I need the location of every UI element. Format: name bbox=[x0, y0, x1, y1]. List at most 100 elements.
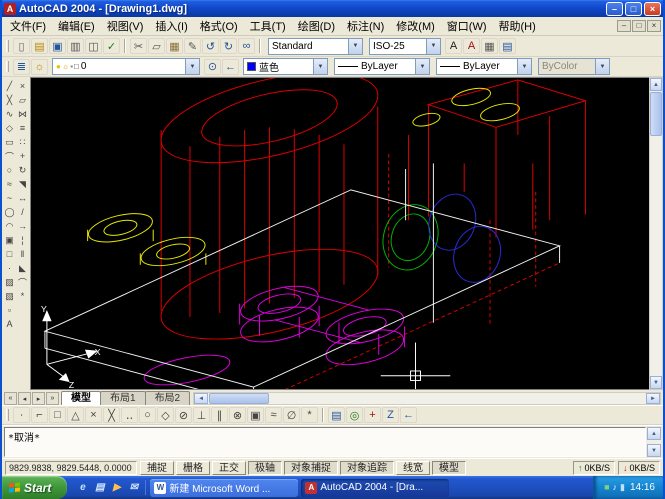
horizontal-scroll-thumb[interactable] bbox=[209, 393, 269, 404]
chevron-down-icon[interactable]: ▼ bbox=[185, 59, 199, 74]
status-toggle-线宽[interactable]: 线宽 bbox=[396, 461, 430, 475]
snap-tangent-icon[interactable]: ⊘ bbox=[175, 407, 192, 423]
osnap-settings-icon[interactable]: * bbox=[301, 407, 318, 423]
menu-item-3[interactable]: 视图(V) bbox=[101, 17, 150, 35]
menu-item-9[interactable]: 修改(M) bbox=[390, 17, 441, 35]
scroll-down-button[interactable]: ▼ bbox=[650, 376, 662, 389]
snap-perpendicular-icon[interactable]: ⊥ bbox=[193, 407, 210, 423]
doc-close-button[interactable]: × bbox=[647, 20, 661, 32]
text-style-combo[interactable]: Standard ▼ bbox=[268, 38, 363, 55]
layer-on-icon[interactable]: ● bbox=[56, 62, 61, 71]
snap-center-icon[interactable]: ○ bbox=[139, 407, 156, 423]
chevron-down-icon[interactable]: ▼ bbox=[415, 59, 429, 74]
toolbar-grip[interactable] bbox=[6, 40, 9, 53]
layer-unlock-icon[interactable]: ▪ bbox=[70, 62, 73, 71]
taskbar-task-1[interactable]: W新建 Microsoft Word ... bbox=[150, 479, 298, 497]
menu-item-7[interactable]: 绘图(D) bbox=[292, 17, 341, 35]
linetype-combo[interactable]: ByLayer ▼ bbox=[334, 58, 430, 75]
doc-restore-button[interactable]: □ bbox=[632, 20, 646, 32]
arc-icon[interactable]: ⌒ bbox=[3, 149, 16, 163]
mail-icon[interactable]: ✉ bbox=[126, 480, 141, 495]
menu-item-2[interactable]: 编辑(E) bbox=[52, 17, 101, 35]
save-icon[interactable]: ▣ bbox=[49, 38, 66, 54]
properties-icon[interactable]: ▤ bbox=[499, 38, 516, 54]
snap-parallel-icon[interactable]: ∥ bbox=[211, 407, 228, 423]
cut-icon[interactable]: ✂ bbox=[130, 38, 147, 54]
command-history[interactable]: *取消* bbox=[4, 427, 646, 457]
copy-object-icon[interactable]: ▱ bbox=[16, 93, 29, 107]
taskbar-task-2[interactable]: AAutoCAD 2004 - [Dra... bbox=[301, 479, 449, 497]
snap-extension-icon[interactable]: ‥ bbox=[121, 407, 138, 423]
tab-布局1[interactable]: 布局1 bbox=[100, 391, 146, 405]
drawing-area[interactable]: Y X Z bbox=[30, 77, 649, 390]
named-views-icon[interactable]: ▤ bbox=[328, 407, 345, 423]
snap-none-icon[interactable]: ∅ bbox=[283, 407, 300, 423]
circle-icon[interactable]: ○ bbox=[3, 163, 16, 177]
move-icon[interactable]: + bbox=[16, 149, 29, 163]
status-toggle-对象追踪[interactable]: 对象追踪 bbox=[340, 461, 394, 475]
rectangle-icon[interactable]: ▭ bbox=[3, 135, 16, 149]
print-icon[interactable]: ▥ bbox=[67, 38, 84, 54]
menu-item-10[interactable]: 窗口(W) bbox=[441, 17, 493, 35]
scroll-down-button[interactable]: ▼ bbox=[647, 444, 661, 457]
snap-insert-icon[interactable]: ▣ bbox=[247, 407, 264, 423]
snap-quadrant-icon[interactable]: ◇ bbox=[157, 407, 174, 423]
mtext-icon[interactable]: A bbox=[3, 317, 16, 331]
array-icon[interactable]: ∷ bbox=[16, 135, 29, 149]
scroll-track[interactable] bbox=[650, 137, 662, 376]
chamfer-icon[interactable]: ◣ bbox=[16, 261, 29, 275]
start-button[interactable]: Start bbox=[2, 476, 67, 499]
maximize-button[interactable]: □ bbox=[625, 2, 642, 16]
break-at-point-icon[interactable]: ¦ bbox=[16, 233, 29, 247]
tab-prev-button[interactable]: ◂ bbox=[18, 392, 31, 405]
offset-icon[interactable]: ≡ bbox=[16, 121, 29, 135]
snap-intersection-icon[interactable]: × bbox=[85, 407, 102, 423]
scroll-up-button[interactable]: ▲ bbox=[647, 427, 661, 440]
media-player-icon[interactable]: ▶ bbox=[109, 480, 124, 495]
snap-from-icon[interactable]: ⌐ bbox=[31, 407, 48, 423]
volume-tray-icon[interactable]: ♪ bbox=[613, 482, 618, 493]
tab-模型[interactable]: 模型 bbox=[61, 391, 101, 405]
chevron-down-icon[interactable]: ▼ bbox=[426, 39, 440, 54]
pan-icon[interactable]: + bbox=[364, 407, 381, 423]
spelling-icon[interactable]: ✓ bbox=[103, 38, 120, 54]
revision-cloud-icon[interactable]: ≈ bbox=[3, 177, 16, 191]
ellipse-icon[interactable]: ◯ bbox=[3, 205, 16, 219]
dim-style-icon[interactable]: A bbox=[463, 38, 480, 54]
command-prompt-line[interactable] bbox=[8, 442, 642, 455]
status-toggle-对象捕捉[interactable]: 对象捕捉 bbox=[284, 461, 338, 475]
make-object-layer-current-icon[interactable]: ⊙ bbox=[204, 59, 221, 75]
break-icon[interactable]: ‖ bbox=[16, 247, 29, 261]
command-scrollbar[interactable]: ▲ ▼ bbox=[647, 427, 661, 457]
layer-color-icon[interactable]: □ bbox=[74, 62, 79, 71]
polygon-icon[interactable]: ◇ bbox=[3, 121, 16, 135]
match-properties-icon[interactable]: ✎ bbox=[184, 38, 201, 54]
status-toggle-栅格[interactable]: 栅格 bbox=[176, 461, 210, 475]
scroll-track[interactable] bbox=[270, 393, 646, 404]
menu-item-4[interactable]: 插入(I) bbox=[149, 17, 193, 35]
tab-next-button[interactable]: ▸ bbox=[32, 392, 45, 405]
3d-orbit-icon[interactable]: ◎ bbox=[346, 407, 363, 423]
zoom-icon[interactable]: Z bbox=[382, 407, 399, 423]
paste-icon[interactable]: ▦ bbox=[166, 38, 183, 54]
tab-first-button[interactable]: « bbox=[4, 392, 17, 405]
status-toggle-模型[interactable]: 模型 bbox=[432, 461, 466, 475]
open-icon[interactable]: ▤ bbox=[31, 38, 48, 54]
tab-布局2[interactable]: 布局2 bbox=[145, 391, 191, 405]
menu-item-8[interactable]: 标注(N) bbox=[341, 17, 390, 35]
toolbar-grip[interactable] bbox=[6, 61, 9, 73]
point-icon[interactable]: · bbox=[3, 261, 16, 275]
menu-item-11[interactable]: 帮助(H) bbox=[493, 17, 542, 35]
new-file-icon[interactable]: ▯ bbox=[13, 38, 30, 54]
trim-icon[interactable]: / bbox=[16, 205, 29, 219]
internet-explorer-icon[interactable]: e bbox=[75, 480, 90, 495]
vertical-scroll-thumb[interactable] bbox=[650, 92, 662, 136]
chevron-down-icon[interactable]: ▼ bbox=[313, 59, 327, 74]
region-icon[interactable]: ▫ bbox=[3, 303, 16, 317]
table-style-icon[interactable]: ▦ bbox=[481, 38, 498, 54]
polyline-icon[interactable]: ∿ bbox=[3, 107, 16, 121]
close-button[interactable]: × bbox=[644, 2, 661, 16]
insert-block-icon[interactable]: ▣ bbox=[3, 233, 16, 247]
construction-line-icon[interactable]: ╳ bbox=[3, 93, 16, 107]
layer-previous-icon[interactable]: ← bbox=[222, 59, 239, 75]
